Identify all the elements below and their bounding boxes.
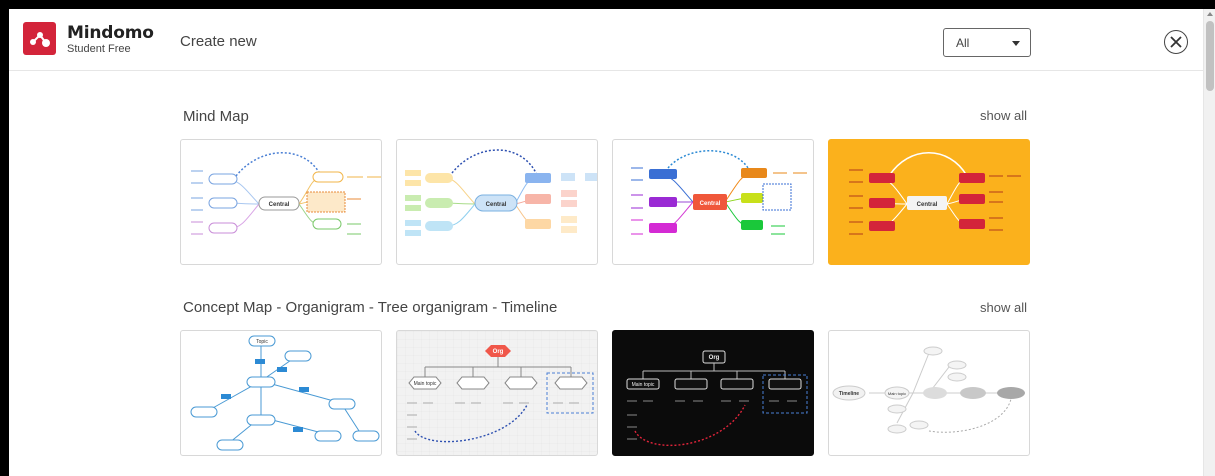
template-filter-select[interactable]: All (943, 28, 1031, 57)
filter-selected-value: All (956, 36, 970, 50)
section-title-concept-map: Concept Map - Organigram - Tree organigr… (183, 299, 558, 316)
header: Mindomo Student Free Create new All (9, 9, 1203, 71)
show-all-mind-map-link[interactable]: show all (980, 108, 1027, 123)
template-card-concept-map[interactable]: Topic (180, 330, 382, 456)
show-all-concept-map-link[interactable]: show all (980, 300, 1027, 315)
scroll-up-arrow-icon[interactable] (1207, 12, 1213, 16)
central-node-label: Central (917, 202, 938, 208)
template-card-mind-map-vivid[interactable]: Central (612, 139, 814, 265)
caret-down-icon (1012, 41, 1020, 46)
central-node-label: Central (700, 201, 721, 207)
org-root-label: Org (493, 349, 504, 355)
page-title: Create new (180, 33, 257, 50)
create-new-dialog: Mindomo Student Free Create new All Mind… (9, 9, 1215, 476)
scrollbar-thumb[interactable] (1206, 21, 1214, 91)
main-topic-label: Main topic (632, 382, 655, 388)
template-card-organigram[interactable]: Org Main topic (396, 330, 598, 456)
central-node-label: Central (486, 202, 507, 208)
brand-plan: Student Free (67, 43, 131, 55)
close-button[interactable] (1164, 30, 1188, 54)
template-card-mind-map-pastel[interactable]: Topic Central (396, 139, 598, 265)
template-card-mind-map-light[interactable]: Central (180, 139, 382, 265)
close-icon (1170, 36, 1182, 48)
template-card-timeline[interactable]: Timeline Main topic (828, 330, 1030, 456)
mindomo-logo-icon (23, 22, 56, 55)
template-card-mind-map-yellow[interactable]: Central (828, 139, 1030, 265)
main-topic-label: Main topic (888, 391, 906, 396)
section-title-mind-map: Mind Map (183, 108, 249, 125)
brand-name: Mindomo (67, 23, 154, 43)
main-topic-label: Main topic (414, 381, 437, 387)
template-card-tree-organigram[interactable]: Org Main topic (612, 330, 814, 456)
timeline-root-label: Timeline (839, 391, 859, 397)
topic-node-label: Topic (256, 339, 268, 345)
org-root-label: Org (709, 355, 720, 361)
vertical-scrollbar[interactable] (1203, 9, 1215, 476)
central-node-label: Central (269, 202, 290, 208)
